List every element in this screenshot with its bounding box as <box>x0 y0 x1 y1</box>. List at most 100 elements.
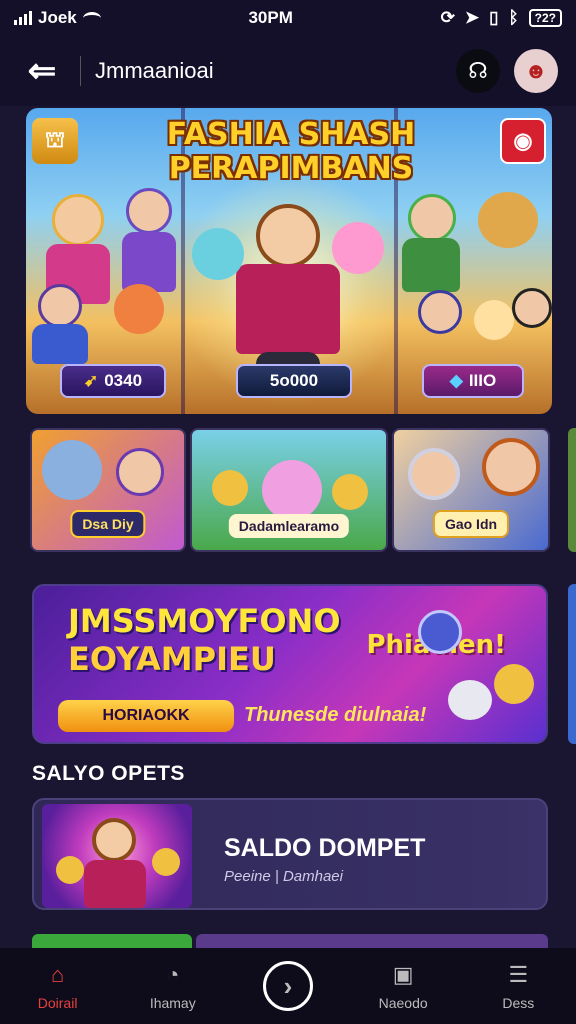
game-tile-1[interactable]: Dsa Diy <box>30 428 186 552</box>
game-tile-2[interactable]: Dadamlearamo <box>190 428 388 552</box>
support-button[interactable]: ☊ <box>456 49 500 93</box>
grid-icon: ☰ <box>508 962 529 987</box>
game-tile-1-label: Dsa Diy <box>70 510 146 538</box>
character-right-mid <box>418 290 462 334</box>
game-tile-2-label: Dadamlearamo <box>228 514 350 538</box>
character-thumb-body <box>84 860 146 908</box>
hero-title-line1: FASHIA SHASH <box>166 117 416 152</box>
promo-peek <box>568 584 576 744</box>
headset-icon: ☊ <box>468 58 488 83</box>
status-bar: Joek 30PM ⟳ ➤ ▯ ᛒ ?2? <box>0 0 576 36</box>
hero-record-button[interactable]: ◉ <box>500 118 546 164</box>
status-left: Joek <box>14 8 101 28</box>
nav-menu-label: Dess <box>502 995 535 1011</box>
bolt-icon: ➹ <box>83 371 99 390</box>
wallet-card[interactable]: SALDO DOMPET Peeine | Damhaei <box>32 798 548 910</box>
creature-orange <box>114 284 164 334</box>
vibrate-icon: ▯ <box>489 8 499 27</box>
promo-title-line1: JMSSMOYFONO <box>68 602 341 640</box>
nav-menu[interactable]: ☰ Dess <box>468 961 568 1011</box>
nav-home-label: Doirail <box>37 995 78 1011</box>
promo-banner[interactable]: JMSSMOYFONO EOYAMPIEU Phiadien! HORIAOKK… <box>32 584 548 744</box>
section-title: SALYO OPETS <box>32 762 185 785</box>
back-button[interactable]: ⇐ <box>18 51 66 91</box>
nav-home[interactable]: ⌂ Doirail <box>8 961 108 1011</box>
character-worker <box>408 448 460 500</box>
record-icon: ◉ <box>513 128 533 153</box>
nav-history-label: Ihamay <box>149 995 196 1011</box>
character-right-top-body <box>402 238 460 292</box>
character-center-head <box>256 204 320 268</box>
wallet-subtitle: Peeine | Damhaei <box>224 868 343 885</box>
creature-slime <box>262 460 322 520</box>
status-right: ⟳ ➤ ▯ ᛒ ?2? <box>441 8 562 28</box>
creature-robot <box>448 680 492 720</box>
hero-pill-left-label: 0340 <box>104 371 143 390</box>
battery-icon: ?2? <box>528 9 562 27</box>
character-left-bottom-body <box>32 324 88 364</box>
nav-center[interactable]: › <box>238 961 338 1011</box>
signal-icon <box>14 11 32 25</box>
promo-tagline: Thunesde diulnaia! <box>244 704 427 726</box>
wallet-thumbnail <box>42 804 192 908</box>
clock-icon: ◔ <box>166 962 180 987</box>
promo-title-line2: EOYAMPIEU <box>68 640 276 678</box>
bottom-nav: ⌂ Doirail ◔ Ihamay › ▣ Naeodo ☰ Dess <box>0 948 576 1024</box>
creature-bunny <box>42 440 102 500</box>
profile-button[interactable]: ☻ <box>514 49 558 93</box>
arrow-right-icon: › <box>262 961 313 1011</box>
character-wizard <box>116 448 164 496</box>
app-header: ⇐ Jmmaanioai ☊ ☻ <box>0 36 576 106</box>
bluetooth-icon: ᛒ <box>508 8 519 27</box>
hero-pill-right[interactable]: ◆ IIIO <box>422 364 524 398</box>
creature-blue <box>192 228 244 280</box>
nav-shop[interactable]: ▣ Naeodo <box>353 961 453 1011</box>
game-tile-3[interactable]: Gao Idn <box>392 428 550 552</box>
coin-icon-5 <box>152 848 180 876</box>
location-icon: ➤ <box>464 8 480 27</box>
hero-title: FASHIA SHASH PERAPIMBANS <box>156 118 426 186</box>
creature-cream <box>474 300 514 340</box>
hero-home-button[interactable]: ⛫ <box>32 118 78 164</box>
creature-golden <box>478 192 538 248</box>
character-left-top <box>52 194 104 246</box>
wifi-icon <box>82 11 101 25</box>
creature-pink <box>332 222 384 274</box>
nav-history[interactable]: ◔ Ihamay <box>123 961 223 1011</box>
character-right-bottom <box>512 288 552 328</box>
character-center-body <box>236 264 340 354</box>
gem-icon: ◆ <box>449 371 463 390</box>
orb-icon <box>418 610 462 654</box>
coin-icon-4 <box>56 856 84 884</box>
game-tile-3-label: Gao Idn <box>432 510 510 538</box>
game-tile-peek <box>568 428 576 552</box>
character-right-top <box>408 194 456 242</box>
clock: 30PM <box>248 8 293 27</box>
nav-shop-label: Naeodo <box>378 995 428 1011</box>
castle-icon: ⛫ <box>44 126 66 152</box>
wallet-title: SALDO DOMPET <box>224 834 426 862</box>
coin-icon-3 <box>494 664 534 704</box>
carrier-name: Joek <box>38 8 77 27</box>
bag-icon: ▣ <box>392 962 414 987</box>
header-divider <box>80 56 81 86</box>
character-left-mid <box>126 188 172 234</box>
page-title: Jmmaanioai <box>95 58 214 83</box>
coin-icon-1 <box>212 470 248 506</box>
hero-pill-left[interactable]: ➹ 0340 <box>60 364 166 398</box>
back-arrow-icon: ⇐ <box>27 52 57 90</box>
hero-title-line2: PERAPIMBANS <box>168 151 414 186</box>
character-left-bottom <box>38 284 82 328</box>
character-left-mid-body <box>122 232 176 292</box>
hero-banner[interactable]: FASHIA SHASH PERAPIMBANS ⛫ ◉ ➹ 0340 5o00… <box>26 108 552 414</box>
sync-icon: ⟳ <box>440 8 455 27</box>
promo-button[interactable]: HORIAOKK <box>58 700 234 732</box>
coin-icon-2 <box>332 474 368 510</box>
home-icon: ⌂ <box>50 962 65 987</box>
hero-pill-center-label: 5o000 <box>269 371 319 390</box>
character-thumb-head <box>92 818 136 862</box>
hero-pill-center[interactable]: 5o000 <box>236 364 352 398</box>
character-boy <box>482 438 540 496</box>
promo-title: JMSSMOYFONO EOYAMPIEU <box>68 602 341 678</box>
hero-pill-right-label: IIIO <box>468 371 497 390</box>
